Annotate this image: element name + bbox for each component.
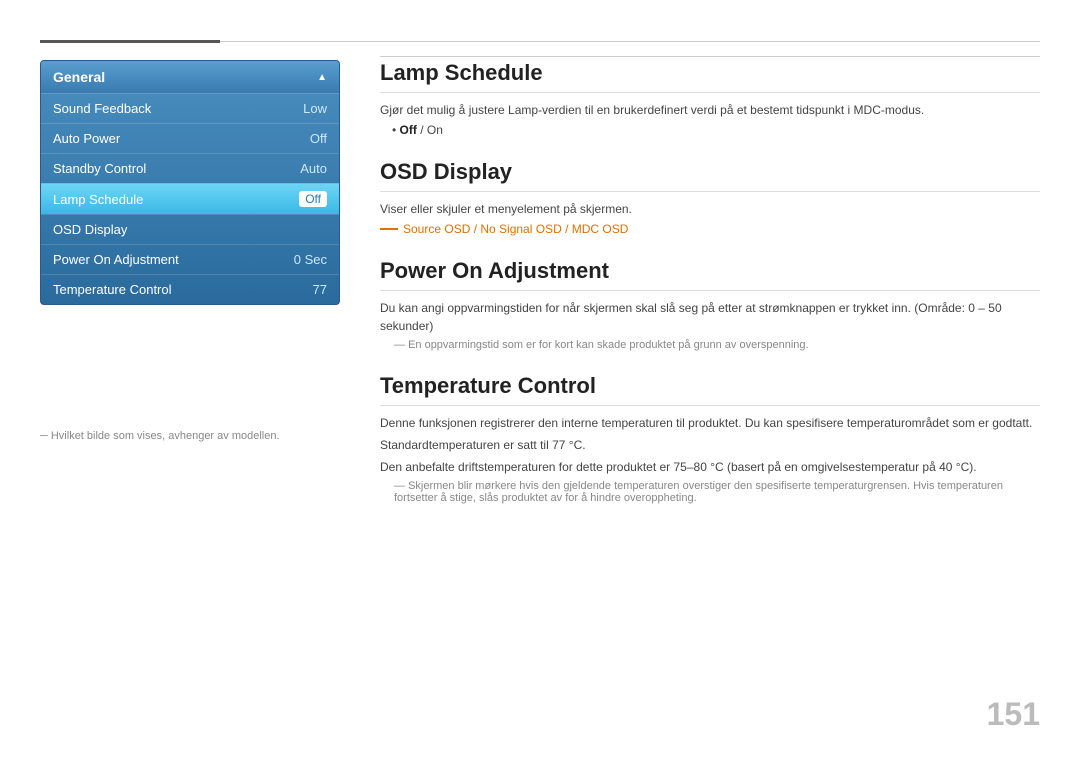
menu-item-value: Auto [300, 161, 327, 176]
section-temperature-control: Temperature Control Denne funksjonen reg… [380, 373, 1040, 504]
note-line-power-on: En oppvarmingstid som er for kort kan sk… [380, 339, 1040, 351]
section-lamp-schedule: Lamp Schedule Gjør det mulig å justere L… [380, 60, 1040, 137]
page-number: 151 [987, 696, 1040, 733]
osd-link-text: Source OSD / No Signal OSD / MDC OSD [403, 222, 628, 236]
section-title-power-on-adjustment: Power On Adjustment [380, 258, 1040, 291]
menu-item-osd-display[interactable]: OSD Display [41, 214, 339, 244]
section-desc-lamp-schedule: Gjør det mulig å justere Lamp-verdien ti… [380, 101, 1040, 119]
osd-links: Source OSD / No Signal OSD / MDC OSD [380, 222, 1040, 236]
menu-item-value: 77 [313, 282, 327, 297]
section-title-osd-display: OSD Display [380, 159, 1040, 192]
menu-item-label: Power On Adjustment [53, 252, 179, 267]
section-power-on-adjustment: Power On Adjustment Du kan angi oppvarmi… [380, 258, 1040, 351]
section-title-temperature-control: Temperature Control [380, 373, 1040, 406]
osd-dash-icon [380, 228, 398, 230]
menu-item-label: OSD Display [53, 222, 127, 237]
note-line-temperature: Skjermen blir mørkere hvis den gjeldende… [380, 480, 1040, 504]
top-line-light [220, 41, 1040, 42]
menu-item-sound-feedback[interactable]: Sound Feedback Low [41, 93, 339, 123]
menu-item-value: Low [303, 101, 327, 116]
section-desc-power-on-adjustment: Du kan angi oppvarmingstiden for når skj… [380, 299, 1040, 335]
menu-item-power-on-adjustment[interactable]: Power On Adjustment 0 Sec [41, 244, 339, 274]
section-desc-osd-display: Viser eller skjuler et menyelement på sk… [380, 200, 1040, 218]
top-decorative-lines [40, 40, 1040, 43]
menu-item-label: Standby Control [53, 161, 146, 176]
section-osd-display: OSD Display Viser eller skjuler et menye… [380, 159, 1040, 236]
menu-item-lamp-schedule[interactable]: Lamp Schedule Off [41, 183, 339, 214]
menu-header: General ▲ [41, 61, 339, 93]
section-list-lamp-schedule: Off / On [392, 123, 1040, 137]
menu-header-arrow-icon: ▲ [317, 72, 327, 83]
right-content: Lamp Schedule Gjør det mulig å justere L… [380, 60, 1040, 526]
menu-item-temperature-control[interactable]: Temperature Control 77 [41, 274, 339, 304]
menu-item-value: Off [310, 131, 327, 146]
menu-item-auto-power[interactable]: Auto Power Off [41, 123, 339, 153]
menu-item-label: Sound Feedback [53, 101, 151, 116]
menu-item-label: Lamp Schedule [53, 192, 143, 207]
menu-item-value: Off [299, 191, 327, 207]
menu-item-standby-control[interactable]: Standby Control Auto [41, 153, 339, 183]
section-desc-temperature-control-2: Standardtemperaturen er satt til 77 °C. [380, 436, 1040, 454]
left-menu-panel: General ▲ Sound Feedback Low Auto Power … [40, 60, 340, 305]
section-desc-temperature-control-1: Denne funksjonen registrerer den interne… [380, 414, 1040, 432]
list-item: Off / On [392, 123, 1040, 137]
menu-header-label: General [53, 69, 105, 85]
top-line-dark [40, 40, 220, 43]
menu-box: General ▲ Sound Feedback Low Auto Power … [40, 60, 340, 305]
highlight-off: Off [400, 123, 417, 137]
menu-item-label: Temperature Control [53, 282, 172, 297]
section-rule [380, 56, 1040, 57]
section-desc-temperature-control-3: Den anbefalte driftstemperaturen for det… [380, 458, 1040, 476]
section-title-lamp-schedule: Lamp Schedule [380, 60, 1040, 93]
menu-item-label: Auto Power [53, 131, 120, 146]
menu-item-value: 0 Sec [294, 252, 327, 267]
bottom-note: Hvilket bilde som vises, avhenger av mod… [40, 430, 280, 442]
